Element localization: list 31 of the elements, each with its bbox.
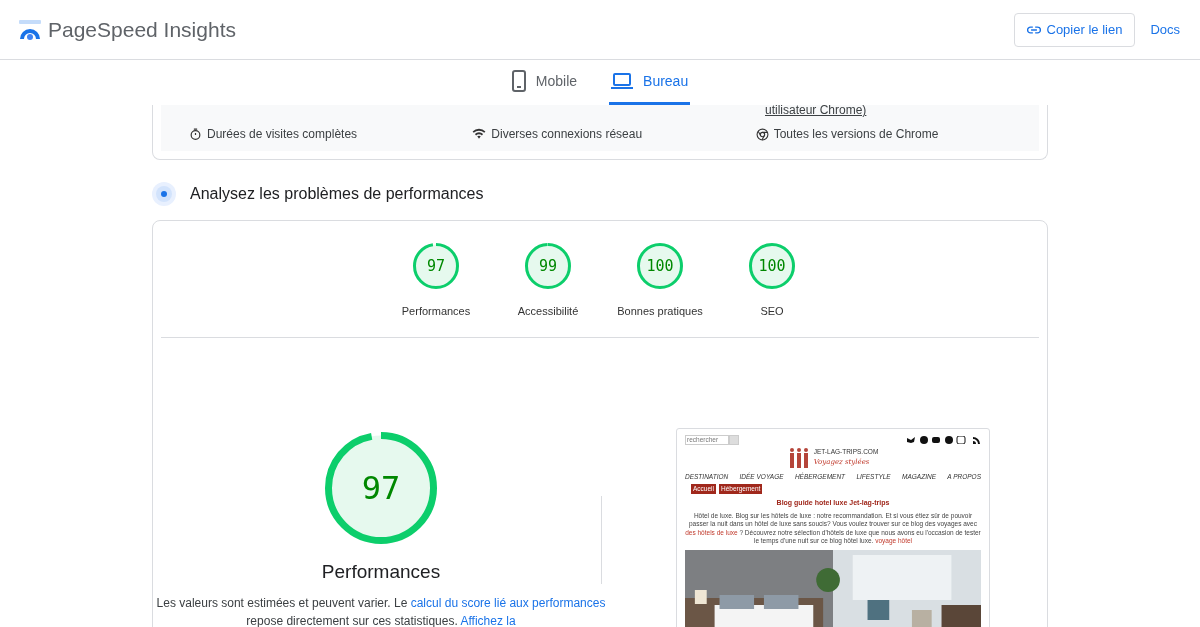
laptop-icon (611, 73, 634, 89)
link-icon (1026, 25, 1041, 34)
timer-icon (189, 127, 202, 141)
field-data-label: Diverses connexions réseau (491, 126, 643, 143)
device-tab[interactable]: Mobile (509, 60, 580, 105)
score-calculation-link[interactable]: calcul du score lié aux performances (410, 596, 606, 610)
app-title: PageSpeed Insights (48, 16, 236, 43)
score-value: 99 (537, 255, 559, 277)
browser-icon (755, 127, 769, 141)
score-value: 97 (425, 255, 447, 277)
docs-link[interactable]: Docs (1150, 19, 1180, 40)
field-data-label: Toutes les versions de Chrome (773, 126, 939, 143)
score-label: Performances (401, 304, 471, 319)
score-value: 100 (757, 255, 787, 277)
score-label: Bonnes pratiques (617, 304, 703, 319)
show-link[interactable]: Affichez la (460, 614, 516, 627)
copy-link-button[interactable]: Copier le lien (1013, 12, 1136, 47)
figures-logo-icon (787, 446, 810, 469)
score-value: 97 (360, 467, 402, 509)
score-label: SEO (760, 304, 784, 319)
performance-title: Performances (321, 559, 441, 584)
note-link[interactable]: utilisateur Chrome) (765, 101, 867, 119)
score-label: Accessibilité (517, 304, 579, 319)
field-data-label: Durées de visites complètes (207, 126, 358, 143)
wifi-icon (472, 128, 487, 140)
logo-icon (18, 18, 42, 41)
phone-icon (511, 70, 526, 92)
score-description: Les valeurs sont estimées et peuvent varier. Le calcul du score lié aux performances repose directement sur ces statistiques. Affichez la (155, 595, 607, 627)
score-value: 100 (645, 255, 675, 277)
section-title: Analysez les problèmes de performances (190, 184, 484, 204)
gauge-icon (152, 182, 176, 206)
